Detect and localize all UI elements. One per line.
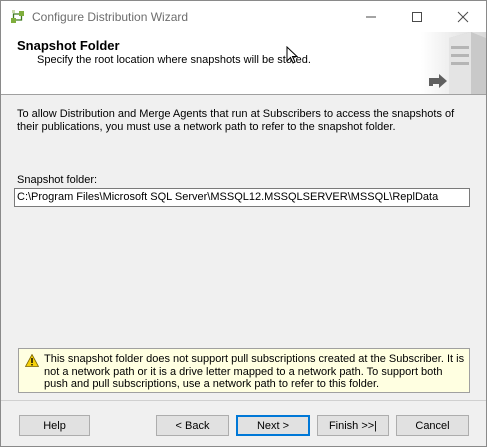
configure-distribution-wizard-window: Configure Distribution Wizard Snapshot F…: [0, 0, 487, 447]
warning-box: This snapshot folder does not support pu…: [18, 348, 470, 393]
warning-icon: [25, 354, 39, 367]
cancel-button[interactable]: Cancel: [396, 415, 469, 436]
wizard-app-icon: [10, 9, 26, 25]
finish-button[interactable]: Finish >>|: [317, 415, 389, 436]
footer-divider: [1, 400, 486, 401]
help-button[interactable]: Help: [19, 415, 90, 436]
network-path-info: To allow Distribution and Merge Agents t…: [17, 108, 455, 133]
snapshot-folder-label: Snapshot folder:: [17, 174, 98, 186]
next-button[interactable]: Next >: [236, 415, 310, 436]
title-bar[interactable]: Configure Distribution Wizard: [1, 1, 486, 32]
maximize-button[interactable]: [394, 1, 440, 32]
close-button[interactable]: [440, 1, 486, 32]
window-title: Configure Distribution Wizard: [32, 10, 189, 24]
minimize-button[interactable]: [348, 1, 394, 32]
page-title: Snapshot Folder: [17, 38, 120, 53]
page-subtitle: Specify the root location where snapshot…: [37, 54, 311, 66]
mouse-cursor-icon: [286, 46, 298, 64]
snapshot-folder-input[interactable]: [14, 188, 470, 207]
wizard-header: Snapshot Folder Specify the root locatio…: [1, 32, 486, 95]
close-icon: [457, 11, 469, 23]
warning-text: This snapshot folder does not support pu…: [44, 353, 465, 390]
minimize-icon: [366, 16, 376, 18]
server-graphic-icon: [421, 32, 486, 94]
back-button[interactable]: < Back: [156, 415, 229, 436]
maximize-icon: [412, 12, 422, 22]
